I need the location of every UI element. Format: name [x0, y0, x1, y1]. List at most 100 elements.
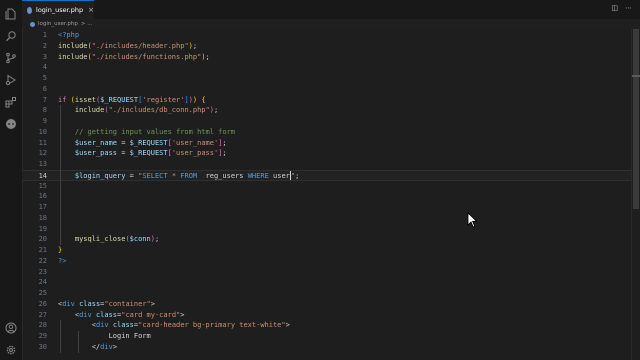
search-icon[interactable]	[5, 30, 17, 42]
code-token: 'user_pass'	[171, 149, 219, 158]
code-line[interactable]: 2 include("./includes/header.php");	[22, 41, 632, 52]
code-line[interactable]: 1 <?php	[22, 30, 632, 41]
line-number: 3	[42, 52, 47, 61]
breadcrumb-file[interactable]: login_user.php	[38, 21, 78, 27]
code-text: include("./includes/functions.php");	[58, 52, 210, 63]
code-token: {	[201, 95, 206, 104]
scrollbar[interactable]	[631, 29, 640, 360]
code-line[interactable]: 3 include("./includes/functions.php");	[22, 52, 632, 63]
split-editor-icon[interactable]: ◫	[611, 4, 618, 12]
extensions-icon[interactable]	[5, 96, 17, 108]
indent-guide	[60, 320, 61, 353]
code-token: include	[58, 52, 88, 61]
code-token: $conn	[129, 235, 151, 244]
code-editor[interactable]: 1 <?php 2 include("./includes/header.php");…	[22, 29, 632, 360]
line-number: 13	[38, 160, 47, 168]
line-number: 26	[38, 299, 47, 308]
code-token: $login_query	[74, 171, 126, 180]
files-icon[interactable]	[5, 8, 17, 20]
run-debug-icon[interactable]	[5, 74, 17, 86]
line-number: 12	[38, 149, 47, 158]
code-line[interactable]: 28 <div class="card-header bg-primary te…	[22, 320, 632, 331]
activity-bar	[0, 0, 23, 360]
line-number: 19	[38, 224, 47, 233]
code-token: >	[150, 299, 155, 308]
code-token: *	[167, 171, 181, 180]
code-token: "container"	[104, 299, 151, 308]
code-token: isset	[74, 95, 96, 104]
code-text: <div class="card my-card">	[58, 310, 185, 321]
code-line[interactable]: 18	[22, 213, 632, 224]
code-token: </	[58, 342, 101, 351]
code-text: include("./includes/header.php");	[58, 41, 197, 52]
code-line[interactable]: 16	[22, 191, 632, 202]
code-line[interactable]: 11 $user_name = $_REQUEST['user_name'];	[22, 138, 632, 149]
code-text: }	[58, 245, 62, 256]
code-token: ;	[295, 171, 300, 180]
code-token: <	[58, 310, 80, 319]
code-token: ;	[154, 235, 160, 244]
line-number: 10	[38, 127, 47, 136]
line-number: 2	[42, 41, 47, 50]
code-line[interactable]: 29 Login Form	[22, 331, 632, 342]
code-token: SELECT	[142, 171, 168, 180]
tab-login-user[interactable]: login_user.php ×	[22, 0, 94, 19]
chat-icon[interactable]	[5, 118, 17, 130]
code-line[interactable]: 5	[22, 73, 632, 84]
code-text: <div class="container">	[58, 299, 155, 310]
code-line[interactable]: 13	[22, 159, 632, 170]
code-line[interactable]: 21}	[22, 245, 632, 256]
code-token: <	[58, 321, 96, 330]
code-line[interactable]: 26 <div class="container">	[22, 299, 632, 310]
account-icon[interactable]	[5, 322, 17, 334]
scrollbar-thumb[interactable]	[633, 29, 639, 209]
code-token: class	[79, 299, 101, 308]
code-line[interactable]: 15	[22, 181, 632, 192]
line-number: 5	[42, 74, 47, 82]
code-token: user	[273, 171, 290, 180]
line-number: 21	[38, 246, 47, 254]
line-number: 16	[38, 192, 47, 201]
code-token: ;	[213, 106, 219, 115]
tab-bar: login_user.php × ◫ ⋯	[22, 0, 640, 19]
code-line[interactable]: 4	[22, 62, 632, 73]
code-line[interactable]: 24	[22, 277, 632, 288]
line-number: 20	[38, 235, 47, 244]
breadcrumb-rest[interactable]: > ...	[81, 21, 93, 27]
settings-gear-icon[interactable]	[5, 344, 17, 356]
code-line[interactable]: 10 // getting input values from html for…	[22, 127, 632, 138]
code-line[interactable]: 20 mysqli_close($conn);	[22, 234, 632, 245]
code-token: $user_pass	[74, 149, 118, 158]
code-line[interactable]: 17	[22, 202, 632, 213]
code-line[interactable]: 30 </div>	[22, 342, 632, 353]
code-token: =	[117, 138, 130, 147]
more-actions-icon[interactable]: ⋯	[625, 4, 632, 12]
line-number: 4	[42, 63, 47, 72]
code-line[interactable]: 23	[22, 267, 632, 278]
source-control-icon[interactable]	[5, 52, 17, 64]
code-token: =	[125, 171, 139, 180]
code-line[interactable]: 27 <div class="card my-card">	[22, 310, 632, 321]
line-number: 30	[38, 342, 47, 351]
code-line[interactable]: 9	[22, 116, 632, 127]
code-line[interactable]: 12 $user_pass = $_REQUEST['user_pass'];	[22, 148, 632, 159]
code-token: ?>	[58, 256, 67, 265]
close-icon[interactable]: ×	[88, 6, 94, 14]
code-line[interactable]: 14 $login_query = "SELECT * FROM reg_use…	[22, 169, 632, 181]
code-line[interactable]: 25	[22, 288, 632, 299]
code-token: reg_users	[205, 171, 244, 180]
code-token: class	[112, 321, 134, 330]
code-line[interactable]: 8 include("./includes/db_conn.php");	[22, 105, 632, 116]
code-token: 'user_name'	[171, 138, 219, 147]
line-number: 6	[42, 84, 47, 93]
code-line[interactable]: 22 ?>	[22, 256, 632, 267]
code-token: Login Form	[108, 332, 151, 340]
code-token: "./includes/db_conn.php"	[108, 106, 210, 115]
code-token: >	[285, 321, 290, 330]
code-line[interactable]: 7 if (isset($_REQUEST['register'])) {	[22, 95, 632, 106]
code-line[interactable]: 19	[22, 224, 632, 235]
code-token: $_REQUEST	[129, 149, 168, 158]
code-line[interactable]: 6	[22, 84, 632, 95]
